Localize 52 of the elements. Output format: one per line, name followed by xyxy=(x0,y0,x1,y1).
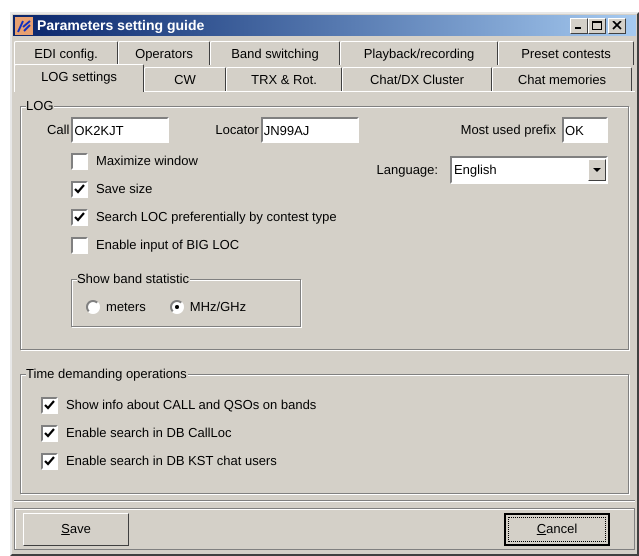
app-icon xyxy=(15,16,33,34)
checkbox[interactable] xyxy=(71,236,88,254)
window-title: Parameters setting guide xyxy=(37,16,204,35)
check-icon xyxy=(74,212,85,222)
tab[interactable]: Chat memories xyxy=(492,67,632,91)
checkbox[interactable] xyxy=(41,452,58,470)
text-field[interactable]: OK xyxy=(562,117,608,143)
radio-label: MHz/GHz xyxy=(190,298,246,316)
maximize-button[interactable] xyxy=(588,18,606,34)
tab[interactable]: LOG settings xyxy=(14,64,144,92)
checkbox[interactable] xyxy=(71,180,88,198)
maximize-icon xyxy=(592,21,602,30)
checkbox-label: Enable input of BIG LOC xyxy=(96,236,240,254)
tab[interactable]: Operators xyxy=(118,41,210,65)
checkbox[interactable] xyxy=(71,152,88,170)
checkbox[interactable] xyxy=(41,424,58,442)
checkbox[interactable] xyxy=(41,396,58,414)
tab[interactable]: Chat/DX Cluster xyxy=(342,67,492,91)
tab[interactable]: EDI config. xyxy=(14,41,118,65)
language-dropdown[interactable]: English xyxy=(450,156,608,184)
field-label: Most used prefix xyxy=(460,121,556,140)
tab[interactable]: TRX & Rot. xyxy=(226,67,342,91)
cancel-button[interactable]: Cancel xyxy=(504,512,610,546)
checkbox-label: Save size xyxy=(96,180,152,198)
checkbox-label: Enable search in DB CallLoc xyxy=(66,424,232,442)
field-label: Call xyxy=(47,121,70,140)
text-field[interactable]: OK2KJT xyxy=(71,117,170,143)
tab[interactable]: Playback/recording xyxy=(340,41,498,65)
tab[interactable]: Preset contests xyxy=(498,41,634,65)
check-icon xyxy=(44,400,55,410)
checkbox[interactable] xyxy=(71,208,88,226)
check-icon xyxy=(44,428,55,438)
check-icon xyxy=(44,456,55,466)
checkbox-label: Enable search in DB KST chat users xyxy=(66,452,277,470)
checkbox-label: Show info about CALL and QSOs on bands xyxy=(66,396,316,414)
save-button[interactable]: Save xyxy=(23,512,129,546)
dropdown-arrow-icon xyxy=(593,168,601,172)
tab[interactable]: CW xyxy=(144,67,226,91)
group-title: Time demanding operations xyxy=(26,366,188,382)
radio-button[interactable] xyxy=(86,300,100,314)
checkbox-label: Maximize window xyxy=(96,152,198,170)
radio-label: meters xyxy=(106,298,146,316)
close-button[interactable] xyxy=(608,18,626,34)
language-label: Language: xyxy=(376,161,438,180)
close-icon xyxy=(612,21,622,30)
check-icon xyxy=(74,184,85,194)
field-label: Locator xyxy=(215,121,259,140)
checkbox-label: Search LOC preferentially by contest type xyxy=(96,208,337,226)
radio-button[interactable] xyxy=(170,300,184,314)
minimize-button[interactable] xyxy=(570,18,588,34)
tab[interactable]: Band switching xyxy=(210,41,340,65)
text-field[interactable]: JN99AJ xyxy=(260,117,359,143)
